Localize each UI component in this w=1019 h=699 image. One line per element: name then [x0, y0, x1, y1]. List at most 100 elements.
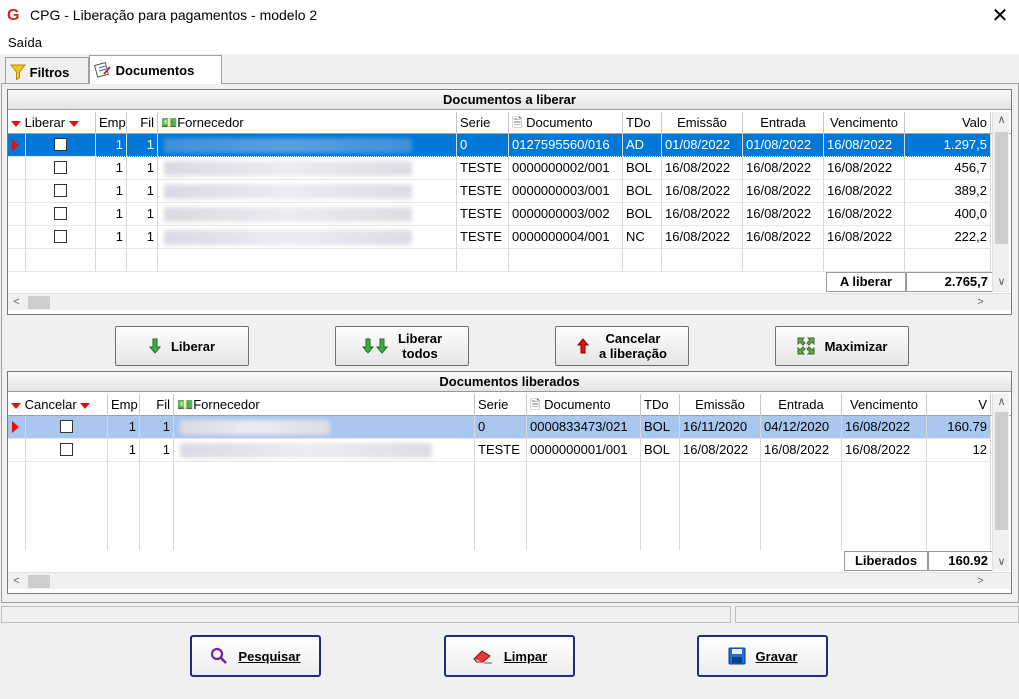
- fornecedor-cell: [158, 226, 457, 249]
- table-row-empty[interactable]: [8, 249, 991, 272]
- column-header-vencimento[interactable]: Vencimento: [824, 112, 905, 134]
- scroll-left-icon[interactable]: <: [8, 573, 25, 590]
- table-row[interactable]: 1 1 TESTE 0000000001/001 BOL 16/08/2022 16/08/…: [8, 439, 991, 462]
- checkbox[interactable]: [54, 230, 67, 244]
- empty-cell[interactable]: [26, 249, 96, 272]
- checkbox[interactable]: [54, 161, 67, 175]
- emp-cell: 1: [108, 439, 140, 462]
- checkbox[interactable]: [54, 138, 67, 152]
- funnel-icon: [9, 64, 27, 81]
- column-header-documento[interactable]: 🗎 Documento: [527, 394, 641, 416]
- vencimento-cell: 16/08/2022: [842, 416, 927, 439]
- table-row[interactable]: 1 1 0 0127595560/016 AD 01/08/2022 01/08/2022 1…: [8, 134, 991, 157]
- liberar-checkbox[interactable]: [26, 157, 96, 180]
- empty-column-area: [475, 462, 527, 550]
- cancelar-liberacao-button[interactable]: Cancelar a liberação: [555, 326, 689, 366]
- column-header-valor[interactable]: Valo: [905, 112, 991, 134]
- valor-cell: 12: [927, 439, 991, 462]
- liberar-button[interactable]: Liberar: [115, 326, 249, 366]
- scrollbar-thumb[interactable]: [995, 412, 1008, 530]
- scroll-up-icon[interactable]: ∧: [993, 112, 1010, 129]
- column-header-emissao[interactable]: Emissão: [662, 112, 743, 134]
- column-header-fil[interactable]: Fil: [127, 112, 158, 134]
- tab-filtros-label: Filtros: [29, 65, 70, 80]
- column-header-serie[interactable]: Serie: [475, 394, 527, 416]
- gravar-button[interactable]: Gravar: [697, 635, 828, 677]
- tab-filtros[interactable]: Filtros: [5, 57, 89, 83]
- checkbox[interactable]: [54, 184, 67, 198]
- vencimento-cell: 16/08/2022: [824, 203, 905, 226]
- column-header-serie[interactable]: Serie: [457, 112, 509, 134]
- horizontal-scrollbar[interactable]: < >: [8, 293, 1011, 310]
- grid-header: Cancelar Emp Fil 💵Fornecedor Serie 🗎 Doc…: [8, 394, 1011, 416]
- scrollbar-thumb[interactable]: [28, 296, 50, 309]
- column-header-entrada[interactable]: Entrada: [743, 112, 824, 134]
- fil-cell: 1: [127, 180, 158, 203]
- empty-column-area: [641, 462, 680, 550]
- filter-dropdown-icon[interactable]: [68, 120, 79, 127]
- vertical-scrollbar[interactable]: ∧ ∨: [992, 112, 1009, 292]
- liberar-checkbox[interactable]: [26, 226, 96, 249]
- column-header-tdo[interactable]: TDo: [641, 394, 680, 416]
- column-header-entrada[interactable]: Entrada: [761, 394, 842, 416]
- status-panel-left: [1, 606, 731, 623]
- column-header-emissao[interactable]: Emissão: [680, 394, 761, 416]
- scroll-up-icon[interactable]: ∧: [993, 394, 1010, 411]
- menu-item-saida[interactable]: Saída: [8, 35, 42, 50]
- table-row[interactable]: 1 1 TESTE 0000000002/001 BOL 16/08/2022 16/08/…: [8, 157, 991, 180]
- column-header-tdo[interactable]: TDo: [623, 112, 662, 134]
- column-header-fornecedor[interactable]: 💵Fornecedor: [174, 394, 475, 416]
- column-header-documento[interactable]: 🗎 Documento: [509, 112, 623, 134]
- documentos-a-liberar-grid: Documentos a liberar Liberar Emp Fil 💵Fo…: [7, 89, 1012, 315]
- tab-documentos[interactable]: Documentos: [89, 55, 222, 84]
- limpar-button[interactable]: Limpar: [444, 635, 575, 677]
- entrada-cell: 16/08/2022: [743, 157, 824, 180]
- column-header-vencimento[interactable]: Vencimento: [842, 394, 927, 416]
- scroll-left-icon[interactable]: <: [8, 294, 25, 311]
- table-row[interactable]: 1 1 TESTE 0000000003/002 BOL 16/08/2022 16/08/…: [8, 203, 991, 226]
- vertical-scrollbar[interactable]: ∧ ∨: [992, 394, 1009, 571]
- checkbox[interactable]: [60, 443, 73, 457]
- table-row[interactable]: 1 1 TESTE 0000000004/001 NC 16/08/2022 16/08/2…: [8, 226, 991, 249]
- emissao-cell: 16/08/2022: [662, 203, 743, 226]
- cancelar-checkbox[interactable]: [26, 439, 108, 462]
- column-header-cancelar[interactable]: Cancelar: [8, 394, 108, 416]
- column-header-valor[interactable]: V: [927, 394, 991, 416]
- checkbox[interactable]: [60, 420, 73, 434]
- table-row[interactable]: 1 1 TESTE 0000000003/001 BOL 16/08/2022 16/08/…: [8, 180, 991, 203]
- column-header-liberar[interactable]: Liberar: [8, 112, 96, 134]
- maximizar-button[interactable]: Maximizar: [775, 326, 909, 366]
- fil-cell: 1: [127, 157, 158, 180]
- liberar-checkbox[interactable]: [26, 134, 96, 157]
- cancelar-checkbox[interactable]: [26, 416, 108, 439]
- scroll-right-icon[interactable]: >: [972, 573, 989, 590]
- scrollbar-thumb[interactable]: [28, 575, 50, 588]
- documento-cell: 0127595560/016: [509, 134, 623, 157]
- search-icon: [211, 647, 228, 664]
- maximize-arrows-icon: [797, 337, 815, 355]
- liberar-todos-button[interactable]: Liberar todos: [335, 326, 469, 366]
- column-header-fil[interactable]: Fil: [140, 394, 174, 416]
- sort-indicator-icon: [11, 402, 21, 409]
- scrollbar-thumb[interactable]: [995, 132, 1008, 244]
- horizontal-scrollbar[interactable]: < >: [8, 572, 1011, 589]
- scroll-down-icon[interactable]: ∨: [993, 554, 1010, 571]
- emissao-cell: 16/08/2022: [662, 226, 743, 249]
- liberar-checkbox[interactable]: [26, 180, 96, 203]
- close-icon[interactable]: ✕: [986, 2, 1014, 30]
- liberar-checkbox[interactable]: [26, 203, 96, 226]
- scroll-down-icon[interactable]: ∨: [993, 274, 1010, 291]
- table-row[interactable]: 1 1 0 0000833473/021 BOL 16/11/2020 04/12/2020…: [8, 416, 991, 439]
- column-header-fornecedor[interactable]: 💵Fornecedor: [158, 112, 457, 134]
- redacted-supplier: [164, 207, 412, 222]
- filter-dropdown-icon[interactable]: [80, 402, 91, 409]
- column-header-emp[interactable]: Emp: [108, 394, 140, 416]
- empty-column-area: [527, 462, 641, 550]
- column-header-emp[interactable]: Emp: [96, 112, 127, 134]
- redacted-supplier: [164, 184, 412, 199]
- checkbox[interactable]: [54, 207, 67, 221]
- serie-cell: TESTE: [457, 203, 509, 226]
- scroll-right-icon[interactable]: >: [972, 294, 989, 311]
- documento-cell: 0000833473/021: [527, 416, 641, 439]
- pesquisar-button[interactable]: Pesquisar: [190, 635, 321, 677]
